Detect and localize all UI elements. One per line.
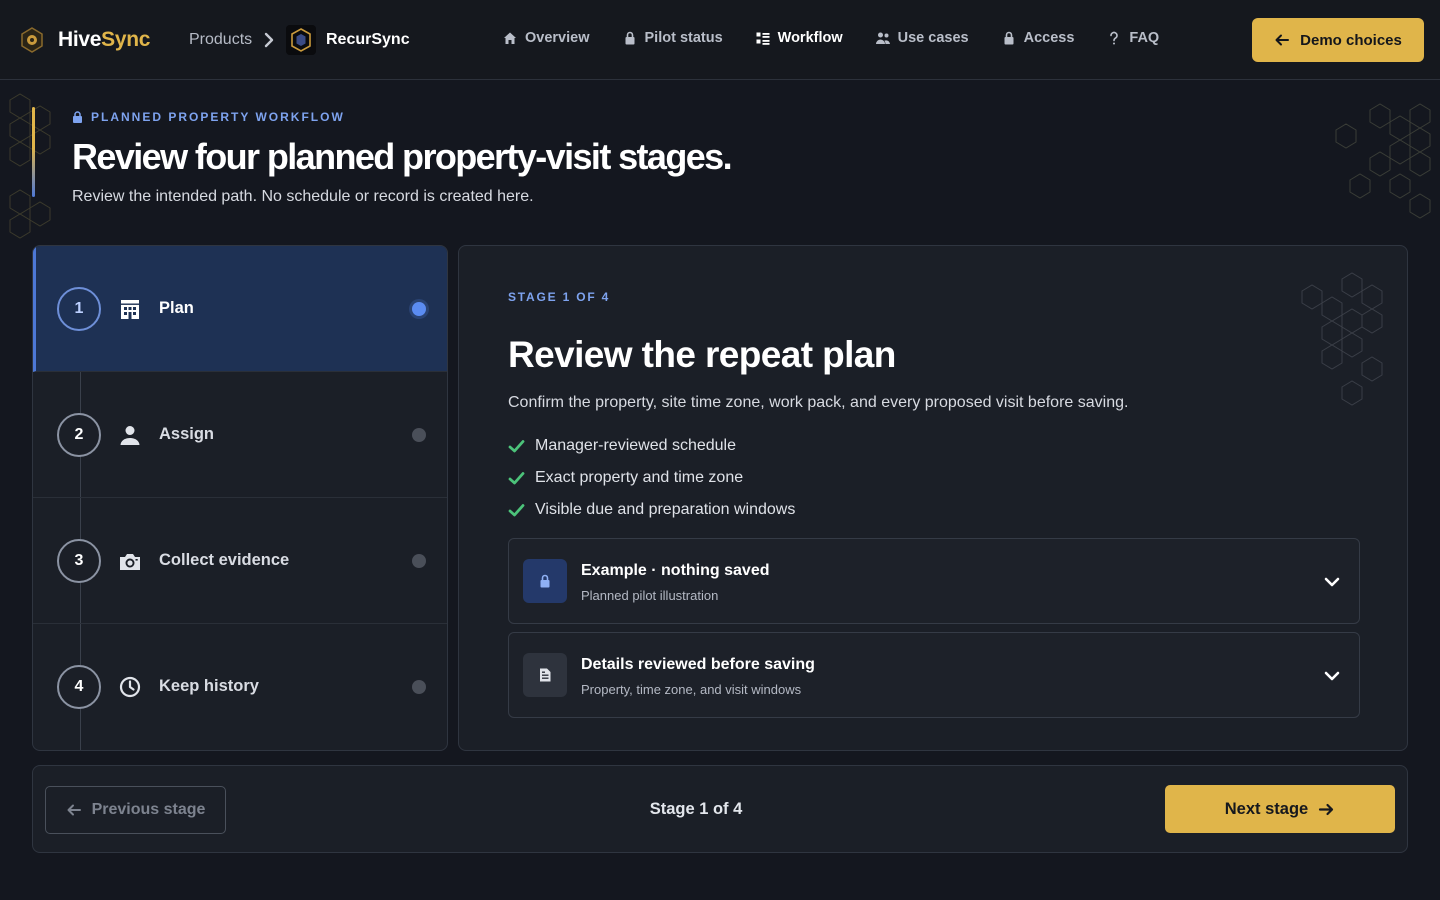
- lock-icon: [625, 31, 634, 45]
- stage-label: Assign: [159, 425, 215, 443]
- stage-number: 2: [57, 413, 101, 457]
- accordion-title: Example · nothing saved: [581, 562, 770, 579]
- checklist-item: Visible due and preparation windows: [508, 494, 795, 526]
- stage-label: Keep history: [159, 677, 259, 695]
- stage-progress-text: Stage 1 of 4: [649, 800, 743, 818]
- lock-icon: [73, 111, 82, 123]
- hex-pattern-right: [1335, 103, 1431, 219]
- stage-counter-eyebrow: STAGE 1 OF 4: [508, 290, 611, 304]
- accordion-subtitle: Planned pilot illustration: [581, 588, 719, 603]
- demo-choices-button[interactable]: Demo choices: [1252, 18, 1424, 62]
- question-icon: [1110, 31, 1119, 45]
- clock-icon: [119, 676, 141, 698]
- list-icon: [756, 32, 770, 45]
- hivesync-logo-icon: [21, 27, 43, 53]
- accordion-example-nothing-saved[interactable]: Example · nothing saved Planned pilot il…: [508, 538, 1360, 624]
- lock-icon: [540, 574, 550, 588]
- checklist-item: Exact property and time zone: [508, 462, 795, 494]
- hex-pattern-panel: [1301, 272, 1383, 406]
- home-icon: [504, 32, 516, 44]
- stage-number: 3: [57, 539, 101, 583]
- accordion-details-reviewed[interactable]: Details reviewed before saving Property,…: [508, 632, 1360, 718]
- user-icon: [120, 426, 140, 445]
- stage-status-dot: [412, 680, 426, 694]
- chevron-down-icon[interactable]: [1323, 667, 1341, 685]
- arrow-left-icon: [1275, 34, 1290, 46]
- accordion-title: Details reviewed before saving: [581, 656, 815, 673]
- building-icon: [121, 300, 139, 319]
- camera-icon: [120, 554, 140, 570]
- stage-title: Review the repeat plan: [508, 334, 896, 375]
- stage-item-collect-evidence[interactable]: 3 Collect evidence: [33, 498, 447, 624]
- top-navigation-bar: HiveSync Products RecurSync Overview Pil…: [0, 0, 1440, 80]
- stage-number: 4: [57, 665, 101, 709]
- chevron-right-icon: [264, 32, 274, 48]
- recursync-logo-icon: [286, 25, 316, 55]
- intro-accent-bar: [32, 107, 35, 197]
- nav-use-cases[interactable]: Use cases: [875, 30, 969, 46]
- breadcrumb-product[interactable]: RecurSync: [326, 31, 410, 49]
- arrow-right-icon: [1319, 803, 1334, 815]
- users-icon: [875, 32, 890, 44]
- checklist: Manager-reviewed schedule Exact property…: [508, 430, 795, 526]
- intro-eyebrow: PLANNED PROPERTY WORKFLOW: [72, 110, 345, 124]
- accordion-icon-box: [523, 559, 567, 603]
- stage-item-plan[interactable]: 1 Plan: [33, 246, 447, 372]
- document-icon: [540, 668, 551, 682]
- checkmark-icon: [508, 439, 525, 452]
- stage-item-assign[interactable]: 2 Assign: [33, 372, 447, 498]
- accordion-icon-box: [523, 653, 567, 697]
- stage-status-dot: [412, 302, 426, 316]
- nav-pilot-status[interactable]: Pilot status: [622, 30, 723, 46]
- stage-label: Plan: [159, 299, 194, 317]
- hex-pattern-left: [9, 93, 51, 239]
- stage-list: 1 Plan 2 Assign 3 Collect evidence 4 Kee…: [32, 245, 448, 751]
- brand-name: HiveSync: [58, 28, 151, 51]
- stage-number: 1: [57, 287, 101, 331]
- checkmark-icon: [508, 503, 525, 516]
- breadcrumb-products[interactable]: Products: [189, 31, 252, 49]
- checkmark-icon: [508, 471, 525, 484]
- accordion-subtitle: Property, time zone, and visit windows: [581, 682, 802, 697]
- chevron-down-icon[interactable]: [1323, 573, 1341, 591]
- brand-link[interactable]: HiveSync: [18, 26, 150, 54]
- nav-access[interactable]: Access: [1001, 30, 1074, 46]
- checklist-item: Manager-reviewed schedule: [508, 430, 795, 462]
- lock-icon: [1004, 31, 1014, 45]
- nav-faq[interactable]: FAQ: [1106, 30, 1159, 46]
- nav-workflow[interactable]: Workflow: [755, 30, 843, 46]
- stage-pager: Previous stage Stage 1 of 4 Next stage: [32, 765, 1408, 853]
- page-subtitle: Review the intended path. No schedule or…: [72, 188, 534, 205]
- page-title: Review four planned property-visit stage…: [72, 136, 733, 177]
- stage-label: Collect evidence: [159, 551, 290, 569]
- stage-detail-panel: STAGE 1 OF 4 Review the repeat plan Conf…: [458, 245, 1408, 751]
- stage-description: Confirm the property, site time zone, wo…: [508, 394, 1129, 411]
- main-nav: Overview Pilot status Workflow Use cases…: [502, 30, 1191, 46]
- stage-item-keep-history[interactable]: 4 Keep history: [33, 624, 447, 750]
- stage-status-dot: [412, 428, 426, 442]
- nav-overview[interactable]: Overview: [502, 30, 590, 46]
- stage-status-dot: [412, 554, 426, 568]
- next-stage-button[interactable]: Next stage: [1165, 785, 1395, 833]
